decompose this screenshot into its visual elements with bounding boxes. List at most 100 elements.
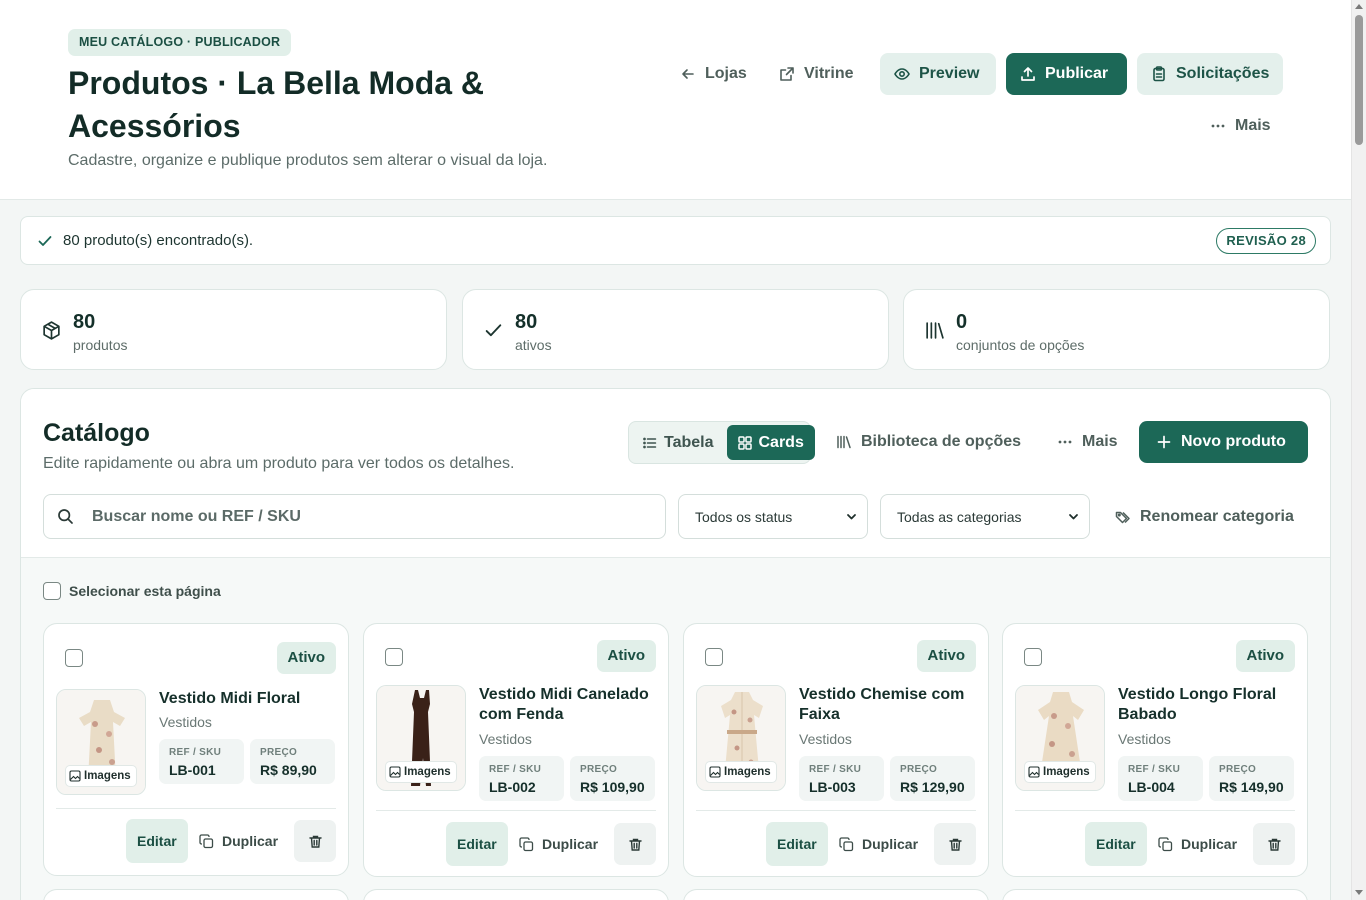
product-card[interactable]: Ativo Imagens Vestido Midi Floral Vestid… [43,623,349,876]
library-icon [924,320,945,341]
delete-button[interactable] [294,820,336,862]
product-card[interactable] [43,889,349,900]
header-more-label: Mais [1235,117,1271,134]
new-product-button[interactable]: Novo produto [1139,421,1308,463]
delete-button[interactable] [934,823,976,865]
stat-card-ativos: 80 ativos [462,289,889,370]
product-thumbnail[interactable]: Imagens [376,685,466,791]
select-page-control[interactable]: Selecionar esta página [43,582,221,600]
status-text: 80 produto(s) encontrado(s). [63,232,254,249]
sku-value: LB-002 [489,779,536,795]
header-more-button[interactable]: Mais [1196,105,1285,147]
images-button[interactable]: Imagens [706,762,776,782]
catalog-more-button[interactable]: Mais [1043,421,1132,463]
delete-button[interactable] [1253,823,1295,865]
more-dots-icon [1210,118,1226,134]
stat-card-produtos: 80 produtos [20,289,447,370]
edit-button[interactable]: Editar [446,822,508,866]
list-icon [643,436,657,450]
vitrine-button[interactable]: Vitrine [765,53,868,95]
product-card[interactable] [363,889,669,900]
product-card[interactable] [1002,889,1308,900]
view-cards-label: Cards [758,433,804,451]
edit-button[interactable]: Editar [766,822,828,866]
product-select-checkbox[interactable] [385,648,403,666]
price-field: PREÇO R$ 129,90 [890,756,975,801]
scroll-up-arrow-icon[interactable] [1355,4,1363,9]
product-select-checkbox[interactable] [65,649,83,667]
images-label: Imagens [1043,766,1090,778]
arrow-left-icon [680,66,696,82]
scroll-down-arrow-icon[interactable] [1355,890,1363,895]
search-box [43,494,666,539]
product-thumbnail[interactable]: Imagens [56,689,146,795]
card-divider [696,810,976,811]
sku-label: REF / SKU [169,747,222,758]
sku-label: REF / SKU [1128,764,1181,775]
product-name[interactable]: Vestido Longo Floral Babado [1118,685,1298,725]
chevron-down-icon [846,511,857,522]
price-label: PREÇO [580,764,618,775]
delete-button[interactable] [614,823,656,865]
catalog-title: Catálogo [43,419,150,447]
rename-category-button[interactable]: Renomear categoria [1101,496,1308,538]
price-field: PREÇO R$ 89,90 [250,739,335,784]
trash-icon [628,837,643,852]
stat-label: conjuntos de opções [956,337,1085,353]
product-thumbnail[interactable]: Imagens [696,685,786,791]
library-icon [836,434,852,450]
external-link-icon [779,66,795,82]
view-table-button[interactable]: Tabela [632,425,725,460]
product-name[interactable]: Vestido Midi Canelado com Fenda [479,685,659,725]
product-name[interactable]: Vestido Midi Floral [159,689,339,709]
product-card[interactable]: Ativo Imagens Vestido Midi Canelado com … [363,623,669,877]
eye-icon [894,66,910,82]
view-cards-button[interactable]: Cards [726,425,815,460]
copy-icon [199,833,214,849]
status-filter-select[interactable]: Todos os status [678,494,868,539]
clipboard-icon [1151,66,1167,82]
duplicate-button[interactable]: Duplicar [1158,822,1237,866]
duplicate-button[interactable]: Duplicar [199,819,278,863]
category-filter-value: Todas as categorias [897,508,1022,525]
image-icon [69,770,81,782]
edit-button[interactable]: Editar [126,819,188,863]
trash-icon [308,834,323,849]
category-filter-select[interactable]: Todas as categorias [880,494,1090,539]
image-icon [709,766,721,778]
scroll-thumb[interactable] [1355,15,1363,145]
product-select-checkbox[interactable] [1024,648,1042,666]
images-button[interactable]: Imagens [1025,762,1095,782]
product-card[interactable]: Ativo Imagens Vestido Longo Floral Babad… [1002,623,1308,877]
page-scrollbar[interactable] [1351,0,1366,900]
upload-icon [1020,66,1036,82]
page-header: MEU CATÁLOGO · PUBLICADOR Produtos · La … [0,0,1351,200]
options-library-button[interactable]: Biblioteca de opções [822,421,1035,463]
copy-icon [1158,836,1173,852]
catalog-more-label: Mais [1082,433,1118,450]
solicitacoes-button[interactable]: Solicitações [1137,53,1283,95]
product-select-checkbox[interactable] [705,648,723,666]
product-thumbnail[interactable]: Imagens [1015,685,1105,791]
view-toggle: Tabela Cards [628,421,815,464]
images-button[interactable]: Imagens [66,766,136,786]
product-card[interactable] [683,889,989,900]
product-card[interactable]: Ativo Imagens Vestido Chemise com Faixa … [683,623,989,877]
duplicate-button[interactable]: Duplicar [519,822,598,866]
product-name[interactable]: Vestido Chemise com Faixa [799,685,979,725]
chevron-down-icon [1068,511,1079,522]
duplicate-label: Duplicar [222,833,279,849]
product-category: Vestidos [799,731,852,747]
select-page-checkbox[interactable] [43,582,61,600]
search-input[interactable] [92,507,632,526]
edit-button[interactable]: Editar [1085,822,1147,866]
images-button[interactable]: Imagens [386,762,456,782]
status-badge: Ativo [276,642,336,674]
preview-button[interactable]: Preview [880,53,996,95]
duplicate-button[interactable]: Duplicar [839,822,918,866]
publicar-button[interactable]: Publicar [1006,53,1127,95]
status-badge: Ativo [1235,640,1295,672]
catalog-toolbar: Catálogo Edite rapidamente ou abra um pr… [21,389,1330,558]
lojas-button[interactable]: Lojas [666,53,761,95]
price-label: PREÇO [260,747,298,758]
